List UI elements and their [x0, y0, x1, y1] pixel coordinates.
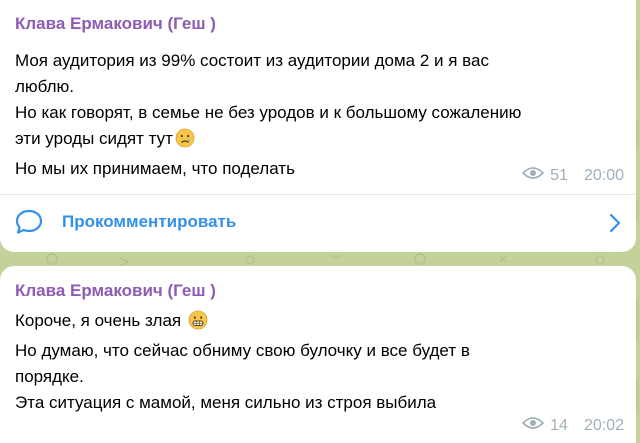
eye-icon — [522, 416, 545, 435]
post-time: 20:00 — [583, 166, 624, 184]
comment-button[interactable]: Прокомментировать — [0, 195, 636, 252]
post-text: Короче, я очень злая Но думаю, что сейча… — [15, 308, 615, 416]
view-count: 14 — [550, 416, 568, 434]
post-text-line: Моя аудитория из 99% состоит из аудитори… — [15, 51, 489, 70]
crying-face-emoji-icon — [175, 128, 195, 156]
post-text-line: порядке. — [15, 367, 84, 386]
post-text-line: Короче, я очень злая — [15, 311, 182, 330]
channel-post: Клава Ермакович (Геш ) Короче, я очень з… — [0, 266, 636, 443]
post-text-line: люблю. — [15, 77, 75, 96]
post-time: 20:02 — [583, 416, 624, 434]
post-text-line-with-emoji: эти уроды сидят тут — [15, 126, 615, 156]
post-text-line-with-emoji: Короче, я очень злая — [15, 308, 615, 338]
eye-icon — [522, 166, 545, 185]
post-text-line: Эта ситуация с мамой, меня сильно из стр… — [15, 393, 437, 412]
view-count: 51 — [550, 166, 568, 184]
post-text-line: эти уроды сидят тут — [15, 129, 173, 148]
post-author-name[interactable]: Клава Ермакович (Геш ) — [15, 281, 216, 301]
grimacing-face-emoji-icon — [188, 310, 208, 338]
comment-bubble-icon — [15, 209, 43, 240]
post-text-line: Но как говорят, в семье не без уродов и … — [15, 103, 522, 122]
chevron-right-icon — [609, 213, 621, 238]
channel-post: Клава Ермакович (Геш ) Моя аудитория из … — [0, 0, 636, 252]
post-meta: 51 20:00 — [522, 166, 624, 185]
post-text: Моя аудитория из 99% состоит из аудитори… — [15, 48, 615, 182]
post-author-name[interactable]: Клава Ермакович (Геш ) — [15, 14, 216, 34]
comment-button-label: Прокомментировать — [62, 212, 237, 231]
post-meta: 14 20:02 — [522, 416, 624, 435]
post-text-line: Но думаю, что сейчас обниму свою булочку… — [15, 341, 470, 360]
